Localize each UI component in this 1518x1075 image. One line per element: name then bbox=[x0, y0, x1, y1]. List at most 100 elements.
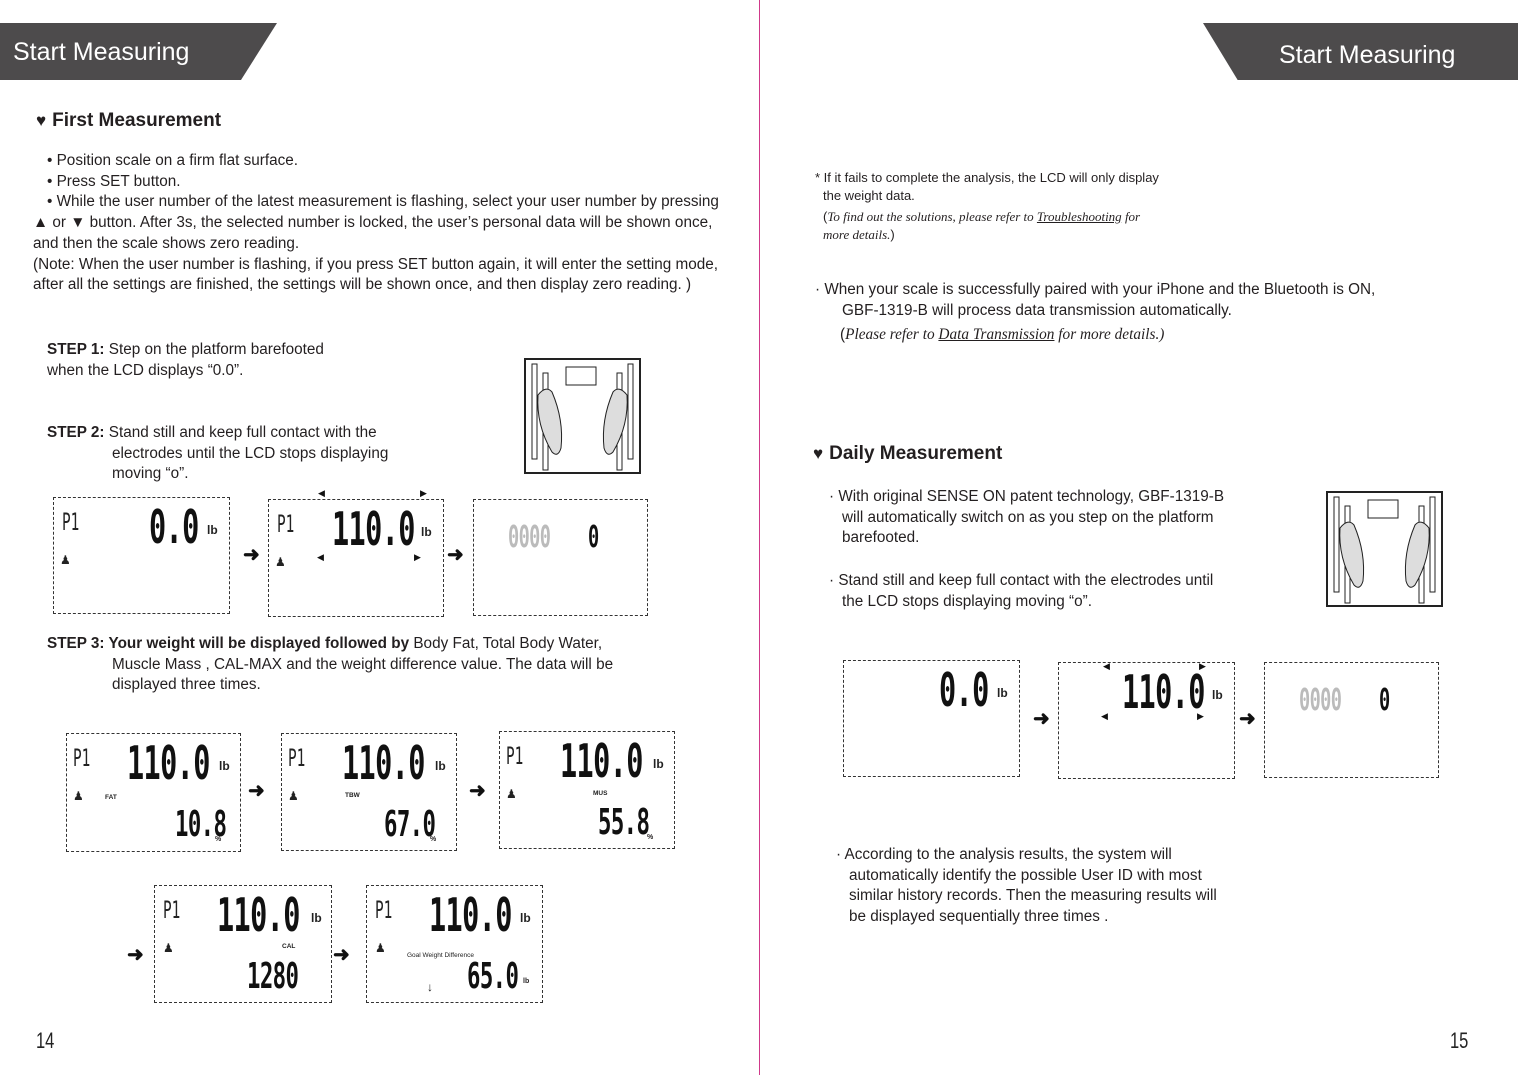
section-title-text: First Measurement bbox=[52, 110, 222, 131]
section-title-text: Daily Measurement bbox=[829, 443, 1003, 464]
weight-value: 110.0 bbox=[560, 734, 643, 788]
person-icon: ♟ bbox=[288, 789, 299, 803]
person-icon: ♟ bbox=[163, 941, 174, 955]
step3-text: Body Fat, Total Body Water, bbox=[409, 635, 603, 652]
daily-bullet-line: will automatically switch on as you step… bbox=[842, 508, 1214, 526]
note-paragraph: (Note: When the user number is flashing,… bbox=[33, 255, 719, 294]
lcd-display-zero: P1 0.0 lb ♟ bbox=[53, 497, 230, 614]
final-bullet-line: · According to the analysis results, the… bbox=[836, 846, 1172, 863]
user-id: P1 bbox=[73, 744, 91, 772]
metric-label: Goal Weight Difference bbox=[407, 952, 474, 959]
metric-value: 65.0 bbox=[467, 956, 519, 997]
step1: STEP 1: Step on the platform barefooted … bbox=[47, 340, 324, 381]
arrow-right-icon: ➜ bbox=[1033, 708, 1050, 730]
page-number-right: 15 bbox=[1450, 1028, 1469, 1053]
final-bullet-line: similar history records. Then the measur… bbox=[849, 887, 1217, 905]
lcd-display-fat: P1 110.0 lb ♟ FAT 10.8 % bbox=[66, 733, 241, 852]
step3-bold: Your weight will be displayed followed b… bbox=[104, 635, 410, 652]
lcd-display-zero: 0.0 lb bbox=[843, 660, 1020, 777]
lcd-display-analyzing: 0000 0 bbox=[1264, 662, 1439, 778]
person-icon: ♟ bbox=[506, 787, 517, 801]
step1-text: Step on the platform barefooted bbox=[104, 341, 324, 358]
moving-o: 0 bbox=[1379, 683, 1390, 718]
moving-o-ghost: 0000 bbox=[508, 520, 551, 555]
indicator-icon: ▶ bbox=[1199, 661, 1206, 671]
final-bullet-line: automatically identify the possible User… bbox=[849, 866, 1202, 884]
weight-value: 110.0 bbox=[1122, 665, 1205, 719]
heart-icon: ♥ bbox=[36, 111, 47, 130]
metric-label: FAT bbox=[105, 794, 117, 801]
indicator-icon: ▶ bbox=[1197, 711, 1204, 721]
metric-unit: % bbox=[430, 836, 437, 843]
metric-unit: lb bbox=[523, 978, 530, 985]
weight-value: 0.0 bbox=[149, 500, 199, 554]
weight-value: 110.0 bbox=[429, 888, 512, 942]
person-icon: ♟ bbox=[60, 553, 71, 567]
metric-unit: % bbox=[215, 836, 222, 843]
person-icon: ♟ bbox=[275, 555, 286, 569]
right-banner: Start Measuring bbox=[1203, 23, 1518, 80]
daily-bullet-line: · With original SENSE ON patent technolo… bbox=[829, 488, 1225, 505]
unit-label: lb bbox=[207, 523, 218, 537]
metric-unit: % bbox=[647, 834, 654, 841]
unit-label: lb bbox=[520, 911, 531, 925]
bluetooth-line1: · When your scale is successfully paired… bbox=[815, 281, 1376, 298]
user-id: P1 bbox=[506, 742, 524, 770]
user-id: P1 bbox=[163, 896, 181, 924]
lcd-display-mus: P1 110.0 lb ♟ MUS 55.8 % bbox=[499, 731, 675, 849]
indicator-icon: ◀ bbox=[317, 552, 324, 562]
unit-label: lb bbox=[311, 911, 322, 925]
metric-value: 55.8 bbox=[598, 802, 650, 843]
arrow-right-icon: ➜ bbox=[1239, 708, 1256, 730]
troubleshooting-link[interactable]: Troubleshooting bbox=[1037, 209, 1122, 224]
final-bullet-line: be displayed sequentially three times . bbox=[849, 908, 1109, 926]
first-measurement-instructions: • Position scale on a firm flat surface.… bbox=[33, 151, 723, 296]
first-measurement-title: ♥ First Measurement bbox=[36, 110, 221, 132]
step2-text3: moving “o”. bbox=[112, 465, 189, 483]
unit-label: lb bbox=[653, 757, 664, 771]
metric-label: MUS bbox=[593, 790, 608, 797]
indicator-icon: ▶ bbox=[414, 552, 421, 562]
note-ref-post: for bbox=[1121, 209, 1141, 224]
moving-o: 0 bbox=[588, 520, 599, 555]
step3-text3: displayed three times. bbox=[112, 676, 261, 694]
weight-value: 110.0 bbox=[217, 888, 300, 942]
right-banner-title: Start Measuring bbox=[1279, 41, 1456, 69]
analysis-failure-note: * If it fails to complete the analysis, … bbox=[815, 169, 1235, 244]
weight-value: 0.0 bbox=[939, 663, 989, 717]
data-transmission-link[interactable]: Data Transmission bbox=[938, 326, 1054, 343]
step2-text2: electrodes until the LCD stops displayin… bbox=[112, 444, 389, 462]
weight-value: 110.0 bbox=[342, 736, 425, 790]
lcd-display-measuring: P1 110.0 lb ♟ ◀ ▶ bbox=[268, 499, 444, 617]
scale-illustration bbox=[524, 358, 641, 474]
lcd-display-cal: P1 110.0 lb ♟ CAL 1280 bbox=[154, 885, 332, 1003]
arrow-right-icon: ➜ bbox=[248, 780, 265, 802]
step2-label: STEP 2: bbox=[47, 424, 105, 441]
user-id: P1 bbox=[277, 510, 295, 538]
indicator-icon: ◀ bbox=[1103, 661, 1110, 671]
user-id: P1 bbox=[288, 744, 306, 772]
indicator-icon: ◀ bbox=[1101, 711, 1108, 721]
metric-value: 67.0 bbox=[384, 804, 436, 845]
step2: STEP 2: Stand still and keep full contac… bbox=[47, 423, 388, 485]
daily-bullet-line: the LCD stops displaying moving “o”. bbox=[842, 592, 1092, 610]
arrow-right-icon: ➜ bbox=[469, 780, 486, 802]
lcd-display-tbw: P1 110.0 lb ♟ TBW 67.0 % bbox=[281, 733, 457, 851]
daily-bullets: · With original SENSE ON patent technolo… bbox=[829, 487, 1289, 613]
unit-label: lb bbox=[435, 759, 446, 773]
step1-label: STEP 1: bbox=[47, 341, 105, 358]
indicator-icon: ◀ bbox=[318, 488, 325, 498]
metric-label: TBW bbox=[345, 792, 360, 799]
metric-label: CAL bbox=[282, 943, 296, 950]
unit-label: lb bbox=[219, 759, 230, 773]
heart-icon: ♥ bbox=[813, 444, 824, 463]
page-divider bbox=[759, 0, 760, 1075]
left-banner: Start Measuring bbox=[0, 23, 277, 80]
arrow-right-icon: ➜ bbox=[243, 544, 260, 566]
bluetooth-note: · When your scale is successfully paired… bbox=[815, 280, 1495, 346]
page-number-left: 14 bbox=[36, 1028, 55, 1053]
weight-value: 110.0 bbox=[332, 502, 415, 556]
user-id-recognition-note: · According to the analysis results, the… bbox=[836, 845, 1276, 928]
note-line2: the weight data. bbox=[823, 188, 915, 203]
metric-value: 1280 bbox=[247, 956, 299, 997]
